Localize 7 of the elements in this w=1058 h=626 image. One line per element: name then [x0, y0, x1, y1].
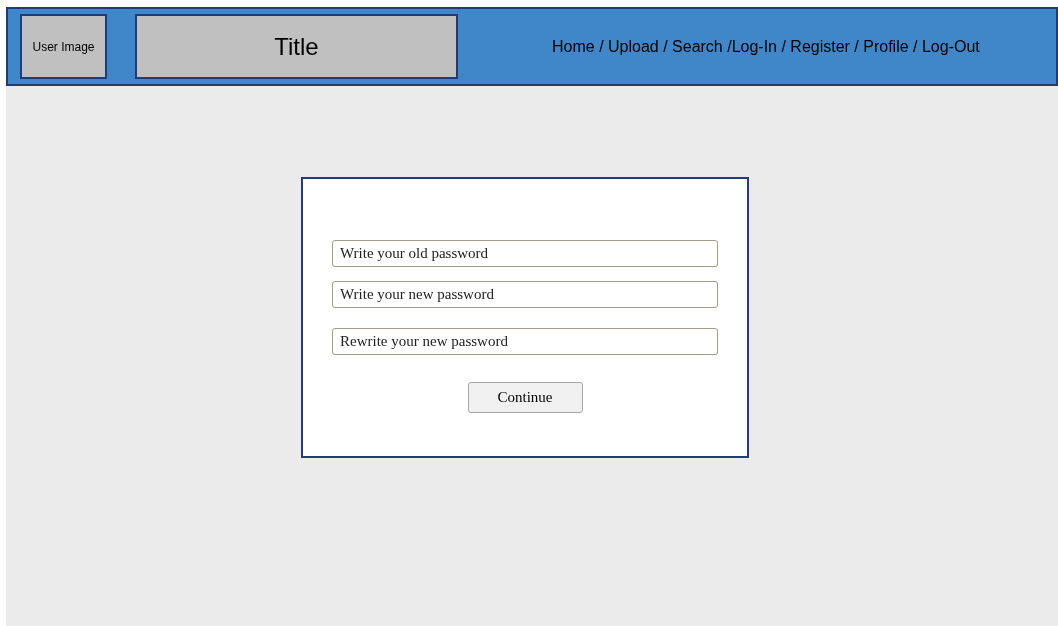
password-field[interactable]: Write your old password [332, 240, 718, 267]
password-field[interactable]: Rewrite your new password [332, 328, 718, 355]
user-image-label: User Image [32, 38, 95, 56]
nav-links[interactable]: Home / Upload / Search /Log-In / Register / Profile / Log-Out [552, 34, 980, 59]
password-field[interactable]: Write your new password [332, 281, 718, 308]
continue-button[interactable]: Continue [467, 382, 583, 413]
page-title: Title [274, 31, 319, 62]
